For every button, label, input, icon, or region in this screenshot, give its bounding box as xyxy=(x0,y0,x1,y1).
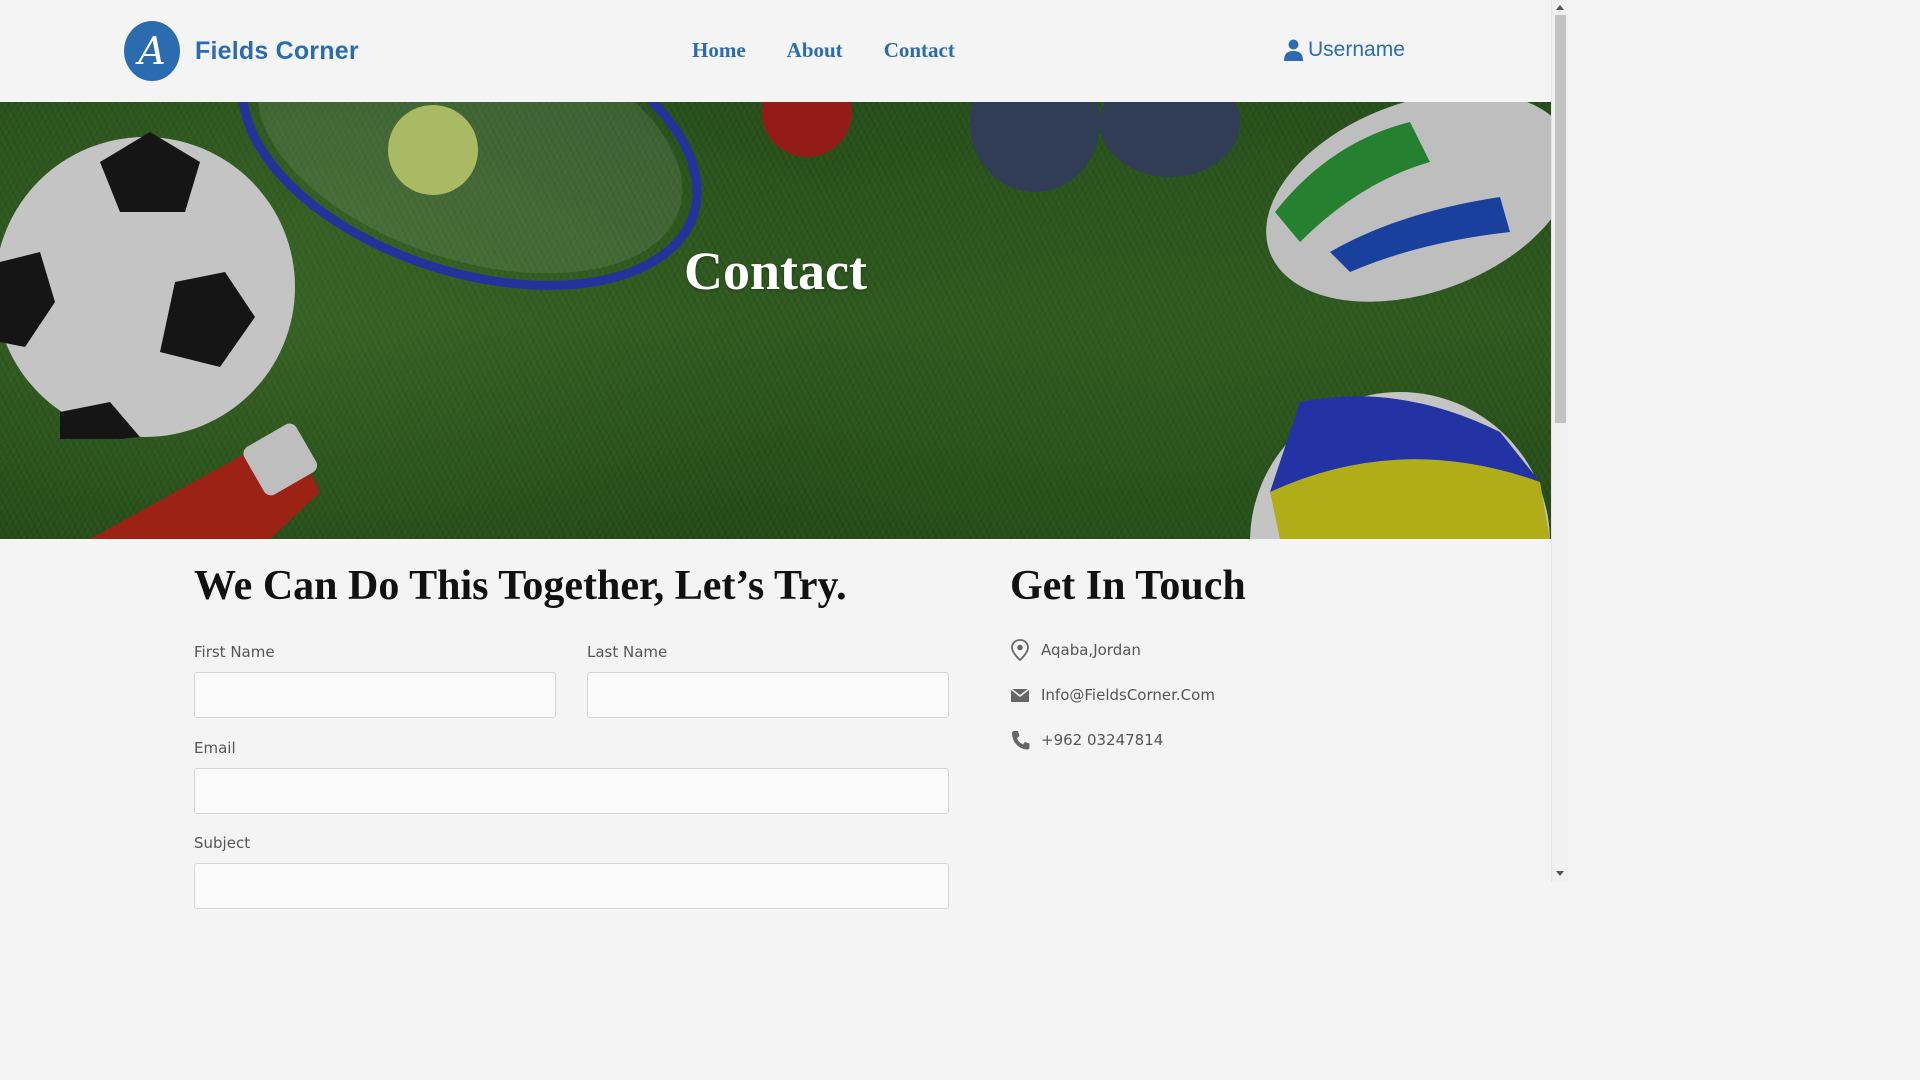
phone-text[interactable]: +962 03247814 xyxy=(1041,731,1163,749)
last-name-input[interactable] xyxy=(587,672,949,718)
address-row: Aqaba,Jordan xyxy=(1010,639,1141,661)
logo-badge-icon: A xyxy=(124,21,180,81)
hero-title: Contact xyxy=(684,241,867,301)
first-name-label: First Name xyxy=(194,643,275,661)
logo-letter: A xyxy=(138,29,166,73)
hero-background-image xyxy=(0,102,1551,539)
email-label: Email xyxy=(194,739,236,757)
scroll-up-arrow-icon[interactable] xyxy=(1556,5,1564,10)
nav-home-link[interactable]: Home xyxy=(692,38,746,63)
email-text[interactable]: Info@FieldsCorner.Com xyxy=(1041,686,1215,704)
username-label: Username xyxy=(1308,38,1405,61)
main-nav: Home About Contact xyxy=(692,38,955,63)
hero-banner: Contact xyxy=(0,102,1551,539)
map-pin-icon xyxy=(1011,639,1029,661)
envelope-icon xyxy=(1010,688,1030,702)
nav-contact-link[interactable]: Contact xyxy=(884,38,955,63)
phone-row: +962 03247814 xyxy=(1010,729,1163,751)
address-text: Aqaba,Jordan xyxy=(1041,641,1141,659)
contact-info-heading: Get In Touch xyxy=(1010,563,1246,609)
site-header: A Fields Corner Home About Contact Usern… xyxy=(0,0,1551,102)
subject-input[interactable] xyxy=(194,863,949,909)
scroll-thumb[interactable] xyxy=(1555,15,1566,423)
form-heading: We Can Do This Together, Let’s Try. xyxy=(194,563,847,609)
subject-label: Subject xyxy=(194,834,251,852)
phone-icon xyxy=(1012,731,1030,750)
brand-name: Fields Corner xyxy=(195,36,359,65)
scroll-down-arrow-icon[interactable] xyxy=(1556,871,1564,876)
email-input[interactable] xyxy=(194,768,949,814)
last-name-label: Last Name xyxy=(587,643,668,661)
page-scrollbar[interactable] xyxy=(1551,0,1568,882)
user-icon xyxy=(1284,39,1303,61)
user-menu[interactable]: Username xyxy=(1284,38,1405,62)
brand-logo[interactable]: A Fields Corner xyxy=(124,21,359,81)
first-name-input[interactable] xyxy=(194,672,556,718)
email-row: Info@FieldsCorner.Com xyxy=(1010,684,1215,706)
nav-about-link[interactable]: About xyxy=(787,38,843,63)
